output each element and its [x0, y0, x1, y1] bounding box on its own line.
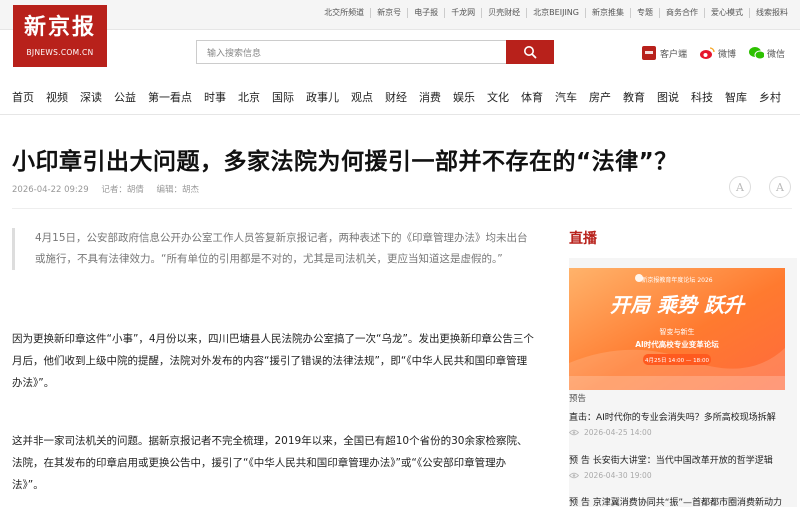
nav-item[interactable]: 房产: [583, 86, 617, 110]
live-item-title[interactable]: 预 告 长安街大讲堂：当代中国改革开放的哲学逻辑: [569, 453, 773, 466]
live-item-title[interactable]: 直击：AI时代你的专业会消失吗？多所高校现场拆解: [569, 410, 776, 423]
nav-item[interactable]: 北京: [232, 86, 266, 110]
search-icon: [524, 46, 537, 59]
shortcut-links: 客户端 微博 微信: [641, 45, 797, 61]
site-logo[interactable]: 新京报 BJNEWS.COM.CN: [13, 5, 107, 67]
nav-divider: [0, 114, 800, 115]
editor: 编辑：胡杰: [156, 185, 200, 195]
wechat-link[interactable]: 微信: [748, 45, 785, 61]
search-input[interactable]: [197, 43, 497, 65]
font-decrease-icon: A: [776, 180, 784, 194]
nav-item[interactable]: 视频: [40, 86, 74, 110]
top-links: 北交所频道 新京号 电子报 千龙网 贝壳财经 北京BEIJING 新京推集 专题…: [318, 8, 794, 18]
nav-item[interactable]: 首页: [0, 86, 40, 110]
logo-domain: BJNEWS.COM.CN: [26, 48, 94, 57]
nav-item[interactable]: 娱乐: [447, 86, 481, 110]
top-link[interactable]: 线索报料: [749, 8, 794, 18]
nav-item[interactable]: 深读: [74, 86, 108, 110]
app-icon: [641, 45, 657, 61]
top-bar: 北交所频道 新京号 电子报 千龙网 贝壳财经 北京BEIJING 新京推集 专题…: [0, 0, 800, 30]
live-item-title[interactable]: 预 告 京津冀消费协同共“振”—首都都市圈消费新动力: [569, 495, 782, 507]
nav-item[interactable]: 智库: [719, 86, 753, 110]
nav-item[interactable]: 国际: [266, 86, 300, 110]
top-link[interactable]: 专题: [630, 8, 659, 18]
banner-time: 4月25日 14:00 — 18:00: [645, 357, 709, 364]
nav-item[interactable]: 乡村: [753, 86, 787, 110]
top-link[interactable]: 新京推集: [585, 8, 630, 18]
wechat-icon: [748, 45, 765, 61]
nav-item[interactable]: 科技: [685, 86, 719, 110]
client-label: 客户端: [660, 49, 688, 60]
nav-item[interactable]: 第一看点: [142, 86, 198, 110]
nav-item[interactable]: 财经: [379, 86, 413, 110]
article-paragraph: 这并非一家司法机关的问题。据新京报记者不完全梳理，2019年以来，全国已有超10…: [12, 435, 528, 491]
wechat-label: 微信: [767, 49, 786, 60]
top-link[interactable]: 北京BEIJING: [526, 8, 585, 18]
nav-item[interactable]: 图说: [651, 86, 685, 110]
live-item-date: 2026-04-30 19:00: [569, 471, 652, 480]
banner-sub1: 智变与新生: [660, 327, 695, 336]
live-item-date-text: 2026-04-25 14:00: [584, 428, 652, 437]
font-increase-button[interactable]: A: [729, 176, 751, 198]
logo-text: 新京报: [23, 14, 96, 40]
eye-icon: [569, 472, 579, 479]
main-nav: 首页 视频 深读 公益 第一看点 时事 北京 国际 政事儿 观点 财经 消费 娱…: [0, 86, 800, 110]
nav-item[interactable]: 政事儿: [300, 86, 345, 110]
weibo-icon: [699, 45, 715, 61]
article-title: 小印章引出大问题，多家法院为何援引一部并不存在的“法律”？: [12, 149, 678, 175]
banner-slogan: 开局 乘势 跃升: [610, 293, 746, 317]
live-item-date-text: 2026-04-30 19:00: [584, 471, 652, 480]
nav-item[interactable]: 体育: [515, 86, 549, 110]
font-decrease-button[interactable]: A: [769, 176, 791, 198]
font-increase-icon: A: [736, 180, 744, 194]
publish-date: 2026-04-22 09:29: [12, 185, 89, 195]
search-box: [196, 40, 554, 65]
live-banner[interactable]: 新京报教育年度论坛 2026 开局 乘势 跃升 智变与新生 AI时代高校专业变革…: [569, 268, 785, 390]
nav-item[interactable]: 教育: [617, 86, 651, 110]
top-link[interactable]: 贝壳财经: [481, 8, 526, 18]
nav-item[interactable]: 文化: [481, 86, 515, 110]
live-banner-graphic: 新京报教育年度论坛 2026 开局 乘势 跃升 智变与新生 AI时代高校专业变革…: [569, 268, 785, 390]
live-item-date: 2026-04-25 14:00: [569, 428, 652, 437]
nav-item[interactable]: 消费: [413, 86, 447, 110]
live-section-title: 直播: [569, 231, 597, 247]
article-meta: 2026-04-22 09:29 记者：胡倩 编辑：胡杰: [12, 183, 209, 195]
article-paragraph: 因为更换新印章这件“小事”，4月份以来，四川巴塘县人民法院办公室搞了一次“乌龙”…: [12, 333, 534, 389]
weibo-label: 微博: [718, 49, 737, 60]
top-link[interactable]: 商务合作: [659, 8, 704, 18]
top-link[interactable]: 爱心模式: [704, 8, 749, 18]
preview-label: 预告: [569, 394, 587, 404]
weibo-link[interactable]: 微博: [699, 45, 736, 61]
banner-sub2: AI时代高校专业变革论坛: [635, 339, 719, 349]
top-link[interactable]: 北交所频道: [318, 8, 370, 18]
nav-item[interactable]: 公益: [108, 86, 142, 110]
top-link[interactable]: 电子报: [407, 8, 444, 18]
nav-item[interactable]: 时事: [198, 86, 232, 110]
eye-icon: [569, 429, 579, 436]
header-divider: [12, 208, 792, 209]
top-link[interactable]: 千龙网: [444, 8, 481, 18]
nav-item[interactable]: 汽车: [549, 86, 583, 110]
client-link[interactable]: 客户端: [641, 45, 687, 61]
top-link[interactable]: 新京号: [370, 8, 407, 18]
reporter: 记者：胡倩: [101, 185, 144, 195]
nav-item[interactable]: 观点: [345, 86, 379, 110]
article-quote: 4月15日，公安部政府信息公开办公室工作人员答复新京报记者，两种表述下的《印章管…: [12, 228, 536, 270]
banner-top-text: 新京报教育年度论坛 2026: [641, 276, 712, 284]
search-button[interactable]: [506, 40, 554, 64]
